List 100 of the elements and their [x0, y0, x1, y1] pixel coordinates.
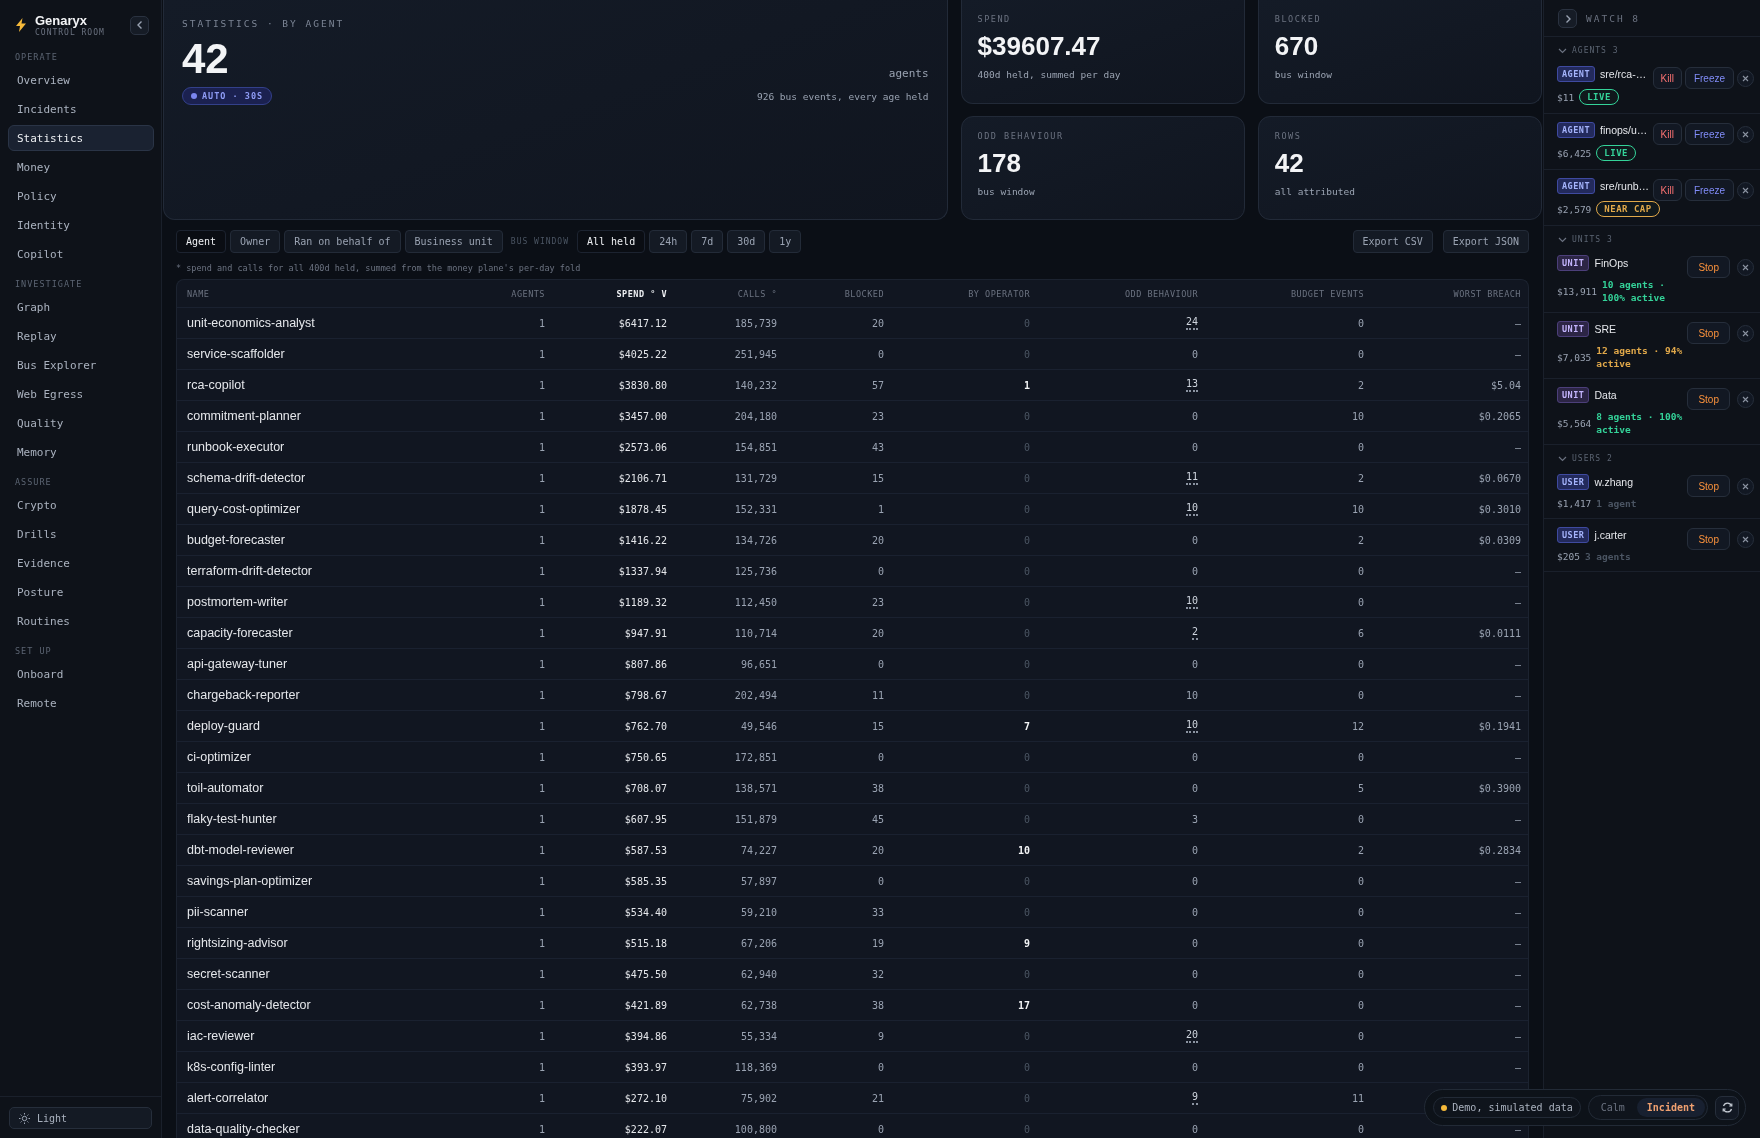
- column-header[interactable]: BLOCKED: [844, 288, 884, 299]
- freeze-button[interactable]: Freeze: [1684, 179, 1734, 201]
- export-button[interactable]: Export CSV: [1352, 230, 1433, 253]
- nav-item[interactable]: Onboard: [8, 661, 154, 687]
- column-header[interactable]: WORST BREACH: [1453, 288, 1521, 299]
- column-header[interactable]: CALLS °: [737, 288, 777, 299]
- nav-item[interactable]: Drills: [8, 521, 154, 547]
- nav-item[interactable]: Remote: [8, 690, 154, 716]
- table-cell: 1: [538, 968, 545, 980]
- mode-toggle[interactable]: Incident: [1636, 1098, 1705, 1117]
- odd-behaviour-link[interactable]: 11: [1185, 471, 1198, 485]
- table-cell: $807.86: [624, 658, 667, 670]
- auto-refresh-badge: AUTO · 30S: [182, 87, 273, 105]
- stop-button[interactable]: Stop: [1687, 322, 1730, 344]
- table-cell: $5.04: [1490, 379, 1521, 391]
- window-tab[interactable]: 1y: [769, 230, 802, 253]
- demo-label: Demo, simulated data: [1452, 1102, 1573, 1113]
- column-header[interactable]: SPEND ° V: [616, 288, 667, 299]
- table-cell: 2: [1357, 379, 1364, 391]
- table-cell: 0: [1023, 503, 1030, 515]
- column-header[interactable]: BUDGET EVENTS: [1290, 288, 1364, 299]
- remove-button[interactable]: [1737, 530, 1754, 548]
- odd-behaviour-link[interactable]: 10: [1185, 719, 1198, 733]
- agent-name: pii-scanner: [186, 905, 249, 919]
- remove-button[interactable]: [1737, 258, 1754, 276]
- window-tab[interactable]: 7d: [691, 230, 724, 253]
- nav-item[interactable]: Policy: [8, 183, 154, 209]
- nav-item[interactable]: Replay: [8, 323, 154, 349]
- nav-item[interactable]: Copilot: [8, 241, 154, 267]
- table-cell: 33: [871, 906, 884, 918]
- odd-behaviour-link[interactable]: 2: [1191, 626, 1198, 640]
- table-cell: 0: [1023, 1123, 1030, 1135]
- nav-item[interactable]: Statistics: [8, 125, 154, 151]
- status-dot: [1441, 1104, 1448, 1111]
- odd-behaviour-link[interactable]: 13: [1185, 378, 1198, 392]
- table-cell: 96,651: [740, 658, 777, 670]
- window-tab[interactable]: 30d: [727, 230, 766, 253]
- window-tab[interactable]: All held: [577, 230, 646, 253]
- table-cell: $1337.94: [618, 565, 667, 577]
- remove-button[interactable]: [1737, 477, 1754, 495]
- mode-toggle[interactable]: Calm: [1590, 1098, 1635, 1117]
- remove-button[interactable]: [1737, 125, 1754, 143]
- column-header[interactable]: BY OPERATOR: [968, 288, 1030, 299]
- remove-button[interactable]: [1737, 390, 1754, 408]
- export-button[interactable]: Export JSON: [1442, 230, 1529, 253]
- remove-button[interactable]: [1737, 69, 1754, 87]
- odd-behaviour-link[interactable]: 24: [1185, 316, 1198, 330]
- nav-item[interactable]: Crypto: [8, 492, 154, 518]
- brand-subtitle: CONTROL ROOM: [35, 28, 105, 37]
- nav-item[interactable]: Incidents: [8, 96, 154, 122]
- nav-item[interactable]: Routines: [8, 608, 154, 634]
- odd-behaviour-link[interactable]: 10: [1185, 502, 1198, 516]
- nav-item[interactable]: Bus Explorer: [8, 352, 154, 378]
- group-tab[interactable]: Ran on behalf of: [284, 230, 401, 253]
- table-cell: 112,450: [734, 596, 777, 608]
- table-cell: $272.10: [624, 1092, 667, 1104]
- table-cell: 251,945: [734, 348, 777, 360]
- odd-behaviour-link[interactable]: 20: [1185, 1029, 1198, 1043]
- nav-item[interactable]: Evidence: [8, 550, 154, 576]
- group-tab[interactable]: Agent: [176, 230, 227, 253]
- watch-name: Data: [1594, 389, 1617, 401]
- column-header[interactable]: ODD BEHAVIOUR: [1124, 288, 1198, 299]
- nav-item[interactable]: Memory: [8, 439, 154, 465]
- odd-behaviour-link[interactable]: 9: [1191, 1091, 1198, 1105]
- kill-button[interactable]: Kill: [1652, 123, 1682, 145]
- group-tab[interactable]: Business unit: [404, 230, 503, 253]
- nav-item[interactable]: Web Egress: [8, 381, 154, 407]
- kill-button[interactable]: Kill: [1652, 67, 1682, 89]
- freeze-button[interactable]: Freeze: [1684, 67, 1734, 89]
- column-header[interactable]: NAME: [177, 288, 210, 299]
- group-tab[interactable]: Owner: [230, 230, 281, 253]
- nav-item[interactable]: Graph: [8, 294, 154, 320]
- remove-button[interactable]: [1737, 324, 1754, 342]
- collapse-button[interactable]: [130, 15, 149, 35]
- table-cell: 23: [871, 596, 884, 608]
- table-cell: 10: [1185, 689, 1198, 701]
- table-cell: –: [1514, 658, 1521, 670]
- nav-item[interactable]: Identity: [8, 212, 154, 238]
- window-tab[interactable]: 24h: [649, 230, 688, 253]
- remove-button[interactable]: [1737, 181, 1754, 199]
- table-cell: 20: [871, 317, 884, 329]
- odd-behaviour-link[interactable]: 10: [1185, 595, 1198, 609]
- theme-button[interactable]: Light: [9, 1107, 152, 1129]
- table-cell: $4025.22: [618, 348, 667, 360]
- freeze-button[interactable]: Freeze: [1684, 123, 1734, 145]
- stop-button[interactable]: Stop: [1687, 256, 1730, 278]
- kill-button[interactable]: Kill: [1652, 179, 1682, 201]
- nav-item[interactable]: Quality: [8, 410, 154, 436]
- stop-button[interactable]: Stop: [1687, 528, 1730, 550]
- stop-button[interactable]: Stop: [1687, 475, 1730, 497]
- nav-item[interactable]: Overview: [8, 67, 154, 93]
- stop-button[interactable]: Stop: [1687, 388, 1730, 410]
- nav-item[interactable]: Posture: [8, 579, 154, 605]
- nav-item[interactable]: Money: [8, 154, 154, 180]
- stat-note: 400d held, summed per day: [977, 69, 1122, 80]
- table-cell: 0: [1357, 441, 1364, 453]
- agent-name: rightsizing-advisor: [186, 936, 288, 950]
- expand-button[interactable]: [1558, 9, 1577, 28]
- refresh-button[interactable]: [1715, 1095, 1739, 1120]
- column-header[interactable]: AGENTS: [511, 288, 545, 299]
